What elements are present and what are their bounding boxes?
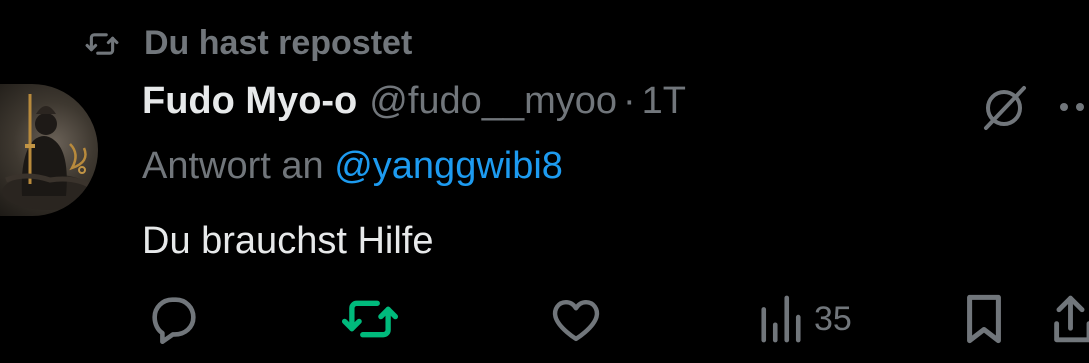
bookmark-icon <box>967 294 1001 344</box>
heart-icon <box>552 299 600 342</box>
views-count: 35 <box>814 299 852 338</box>
repost-icon <box>341 300 399 338</box>
reply-prefix: Antwort an <box>142 145 324 187</box>
author-handle[interactable]: @fudo__myoo <box>369 80 617 123</box>
share-icon <box>1054 295 1089 343</box>
repost-label: Du hast repostet <box>144 24 413 62</box>
more-options-icon[interactable] <box>1058 100 1089 118</box>
avatar[interactable] <box>0 84 98 216</box>
reply-button[interactable] <box>145 290 203 348</box>
repost-icon <box>85 32 119 55</box>
views-button[interactable]: 35 <box>758 290 852 348</box>
post-header: Fudo Myo-o @fudo__myoo · 1T <box>142 80 686 123</box>
grok-icon[interactable] <box>978 82 1030 139</box>
repost-context: Du hast repostet <box>80 24 412 63</box>
post-text: Du brauchst Hilfe <box>142 220 434 262</box>
post-time[interactable]: 1T <box>642 80 686 123</box>
bookmark-button[interactable] <box>960 290 1008 348</box>
views-icon <box>761 295 801 343</box>
author-name[interactable]: Fudo Myo-o <box>142 80 357 123</box>
share-button[interactable] <box>1052 290 1089 348</box>
reply-mention[interactable]: @yanggwibi8 <box>334 145 563 187</box>
post[interactable]: Du hast repostet Fudo Myo-o @fudo__myoo … <box>0 0 1089 363</box>
reply-context: Antwort an @yanggwibi8 <box>142 145 563 188</box>
action-bar: 35 <box>0 290 1089 350</box>
reply-icon <box>152 297 196 345</box>
repost-button[interactable] <box>340 290 400 348</box>
like-button[interactable] <box>548 290 604 348</box>
separator-dot: · <box>623 80 636 122</box>
